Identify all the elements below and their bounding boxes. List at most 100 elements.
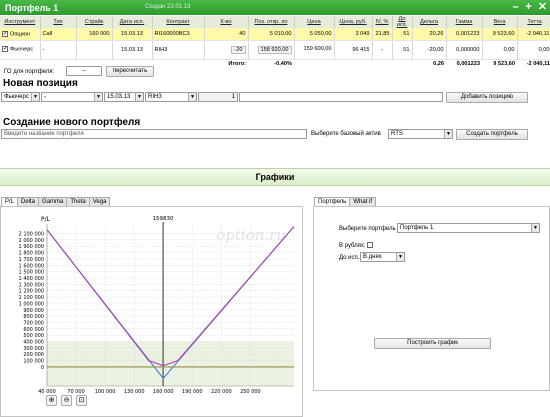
col-header[interactable]: Тетта [517,16,550,28]
x-tick-label: 190 000 [182,389,203,393]
rub-checkbox[interactable] [367,242,373,248]
col-header[interactable]: Цена, руб. [334,16,373,28]
cell-qty[interactable]: 40 [204,28,249,41]
totals-pos: -0,40% [248,59,294,69]
close-icon[interactable]: ✕ [537,1,548,13]
graphs-title: Графики [255,172,295,182]
col-header[interactable]: До исп. [392,16,413,28]
qty-input[interactable]: 1 [198,92,238,102]
portfolio-select-label: Выберите портфель [339,226,396,232]
cell-price: 5 050,00 [294,28,335,41]
col-header[interactable]: Инструмент [0,16,41,28]
y-tick-label: 1 900 000 [19,244,44,250]
asset-select[interactable]: RTS ▼ [388,129,453,139]
col-header[interactable]: Тип [40,16,77,28]
cell-type[interactable]: - [40,40,77,60]
table-row[interactable]: ✓ Фьючерс - 15.03.13 RIH3 -20 158 920,00 … [0,40,550,60]
zoom-out-icon[interactable]: ⊖ [61,395,72,406]
y-tick-label: 1 300 000 [19,282,44,288]
y-tick-label: 800 000 [23,314,44,320]
chevron-down-icon: ▼ [444,130,452,138]
y-tick-label: 500 000 [23,333,44,339]
cell-strike[interactable] [76,40,113,60]
chart-shade [47,341,294,386]
contract-select[interactable]: RIH3 ▼ [145,92,197,102]
date-select[interactable]: 15.03.13 ▼ [104,92,144,102]
instrument-text: Опцион [10,30,30,37]
recalc-button[interactable]: пересчитать [106,66,154,77]
cell-gamma: 0,000000 [446,40,483,60]
type-select[interactable]: - ▼ [41,92,103,102]
col-header[interactable]: Цена [294,16,335,28]
cell-contract[interactable]: RIH3 [152,40,205,60]
x-tick-label: 250 000 [240,389,261,393]
create-portfolio-button[interactable]: Создать портфель [456,129,528,140]
pl-chart[interactable]: option.ru 0100 000200 000300 000400 0005… [1,207,303,393]
date-select-value: 15.03.13 [107,94,131,100]
cell-date[interactable]: 15.03.13 [112,40,153,60]
row-checkbox[interactable]: ✓ [2,46,8,53]
minimize-icon[interactable]: – [510,1,521,13]
created-date: Создан 23.01.13 [145,4,191,10]
cell-contract[interactable]: RI160000BC3 [152,28,205,41]
portfolio-select[interactable]: Портфель 1 ▼ [397,223,540,233]
instrument-select[interactable]: Фьючерс ▼ [1,92,40,102]
cell-type[interactable]: Call [40,28,77,41]
y-tick-label: 100 000 [23,359,44,365]
qty-box[interactable]: -20 [231,45,246,54]
y-tick-label: 2 000 000 [19,238,44,244]
cell-vega: 9 523,60 [482,28,518,41]
col-header[interactable]: Дельта [412,16,447,28]
window-title: Портфель 1 [5,3,59,13]
rub-label: В рублях: [339,243,366,249]
contract-select-value: RIH3 [148,94,162,100]
y-tick-label: 1 700 000 [19,257,44,263]
price-marker-label: 159830 [153,216,174,222]
col-header[interactable]: Вега [482,16,518,28]
build-chart-button[interactable]: Построить график [374,338,491,349]
till-select[interactable]: В днях ▼ [360,252,405,262]
cell-pos[interactable]: 158 920,00 [248,40,295,60]
table-row[interactable]: ✓ Опцион Call 160 000 15.03.13 RI160000BC… [0,28,550,41]
col-header[interactable]: IV, % [372,16,393,28]
y-tick-label: 2 100 000 [19,232,44,238]
position-extra-field[interactable] [239,92,443,102]
add-icon[interactable]: + [523,1,534,13]
cell-iv: 21,85 [372,28,393,41]
y-tick-label: 1 400 000 [19,276,44,282]
col-header[interactable]: К-во [204,16,249,28]
row-checkbox[interactable]: ✓ [2,30,8,37]
cell-instrument[interactable]: ✓ Фьючерс [0,40,41,60]
instrument-select-value: Фьючерс [4,94,29,100]
x-tick-label: 220 000 [211,389,232,393]
chevron-down-icon: ▼ [94,93,102,101]
zoom-reset-icon[interactable]: ⊡ [76,395,87,406]
y-tick-label: 300 000 [23,346,44,352]
x-tick-label: 130 000 [124,389,145,393]
y-tick-label: 1 100 000 [19,295,44,301]
col-header[interactable]: Гамма [446,16,483,28]
new-position-title: Новая позиция [3,78,78,89]
col-header[interactable]: Дата исп. [112,16,153,28]
totals-theta: -2 040,11 [517,59,550,69]
pos-box[interactable]: 158 920,00 [257,45,292,54]
totals-gamma: 0,001223 [446,59,482,69]
cell-pos[interactable]: 5 010,00 [248,28,295,41]
add-position-button[interactable]: Добавить позицию [446,92,528,103]
y-tick-label: 600 000 [23,327,44,333]
zoom-in-icon[interactable]: ⊕ [46,395,57,406]
type-select-value: - [44,94,46,100]
x-axis: 40 000 70 000 100 000 130 000 160 000 190 000… [38,389,261,393]
col-header[interactable]: Страйк [76,16,113,28]
cell-theta: 0,00 [517,40,550,60]
cell-price: 159 600,00 [294,40,335,60]
col-header[interactable]: Контракт [152,16,205,28]
col-header[interactable]: Поз. откр. по [248,16,295,28]
cell-date[interactable]: 15.03.13 [112,28,153,41]
cell-strike[interactable]: 160 000 [76,28,113,41]
portfolio-name-input[interactable]: Введите название портфеля [1,129,307,139]
positions-table: Инструмент Тип Страйк Дата исп. Контракт… [0,16,550,69]
x-tick-label: 160 000 [153,389,174,393]
cell-instrument[interactable]: ✓ Опцион [0,28,41,41]
cell-qty[interactable]: -20 [204,40,249,60]
